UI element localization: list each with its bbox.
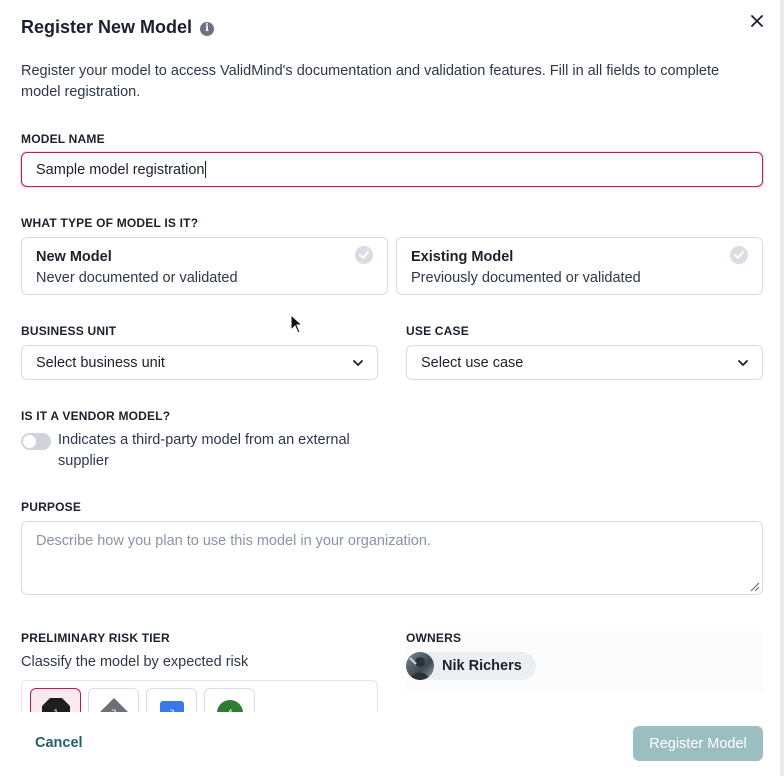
check-circle-icon [730,246,748,264]
vendor-label: IS IT A VENDOR MODEL? [21,409,171,423]
avatar [406,652,434,680]
square-icon: 3 [159,701,184,712]
new-model-option[interactable]: New Model Never documented or validated [21,237,388,295]
svg-text:3: 3 [169,709,175,712]
dialog-title: Register New Model [21,17,193,37]
svg-text:2: 2 [111,709,117,712]
use-case-placeholder: Select use case [421,354,524,371]
use-case-select[interactable]: Select use case [406,345,763,380]
dialog-description: Register your model to access ValidMind'… [21,63,720,100]
mouse-cursor-icon [290,314,304,334]
vendor-toggle[interactable] [21,433,51,450]
vendor-toggle-text: Indicates a third-party model from an ex… [58,432,350,469]
model-type-label: WHAT TYPE OF MODEL IS IT? [21,216,199,230]
existing-model-option[interactable]: Existing Model Previously documented or … [396,237,763,295]
close-button[interactable] [746,10,768,32]
model-name-input[interactable]: Sample model registration [21,152,763,187]
diamond-icon: 2 [99,698,128,712]
option-title: Existing Model [411,249,514,265]
text-caret [205,161,207,178]
owner-name: Nik Richers [442,658,522,674]
risk-tier-3-option[interactable]: 3 [146,688,197,712]
business-unit-label: BUSINESS UNIT [21,324,117,338]
option-title: New Model [36,249,112,265]
owners-label: OWNERS [406,631,462,645]
model-name-label: MODEL NAME [21,132,105,146]
svg-text:1: 1 [53,709,59,712]
risk-tier-subtitle: Classify the model by expected risk [21,654,249,670]
risk-tier-2-option[interactable]: 2 [88,688,139,712]
register-model-button[interactable]: Register Model [633,726,763,761]
close-icon [751,15,763,27]
purpose-placeholder: Describe how you plan to use this model … [36,533,431,549]
risk-tier-label: PRELIMINARY RISK TIER [21,631,170,645]
business-unit-select[interactable]: Select business unit [21,345,378,380]
model-name-value: Sample model registration [36,161,205,178]
purpose-textarea[interactable]: Describe how you plan to use this model … [21,521,763,595]
svg-text:4: 4 [227,709,233,712]
circle-icon: 4 [216,700,243,712]
cancel-button[interactable]: Cancel [21,730,97,756]
info-icon[interactable]: i [200,21,215,36]
check-circle-icon [355,246,373,264]
dialog-header: Register New Model i [21,16,215,38]
option-subtitle: Never documented or validated [36,270,238,286]
page-scroll-edge [780,0,784,776]
risk-tier-options: 1 2 3 4 [21,680,378,712]
risk-tier-4-option[interactable]: 4 [204,688,255,712]
use-case-label: USE CASE [406,324,469,338]
chevron-down-icon [738,359,748,366]
register-model-dialog: Register New Model i Register your model… [0,0,784,776]
option-subtitle: Previously documented or validated [411,270,641,286]
toggle-knob [23,435,36,448]
owner-chip[interactable]: Nik Richers [406,652,536,680]
resize-handle-icon[interactable] [748,580,760,592]
risk-tier-1-option[interactable]: 1 [30,688,81,712]
octagon-icon: 1 [41,698,70,712]
business-unit-placeholder: Select business unit [36,354,165,371]
purpose-label: PURPOSE [21,500,82,514]
chevron-down-icon [353,359,363,366]
